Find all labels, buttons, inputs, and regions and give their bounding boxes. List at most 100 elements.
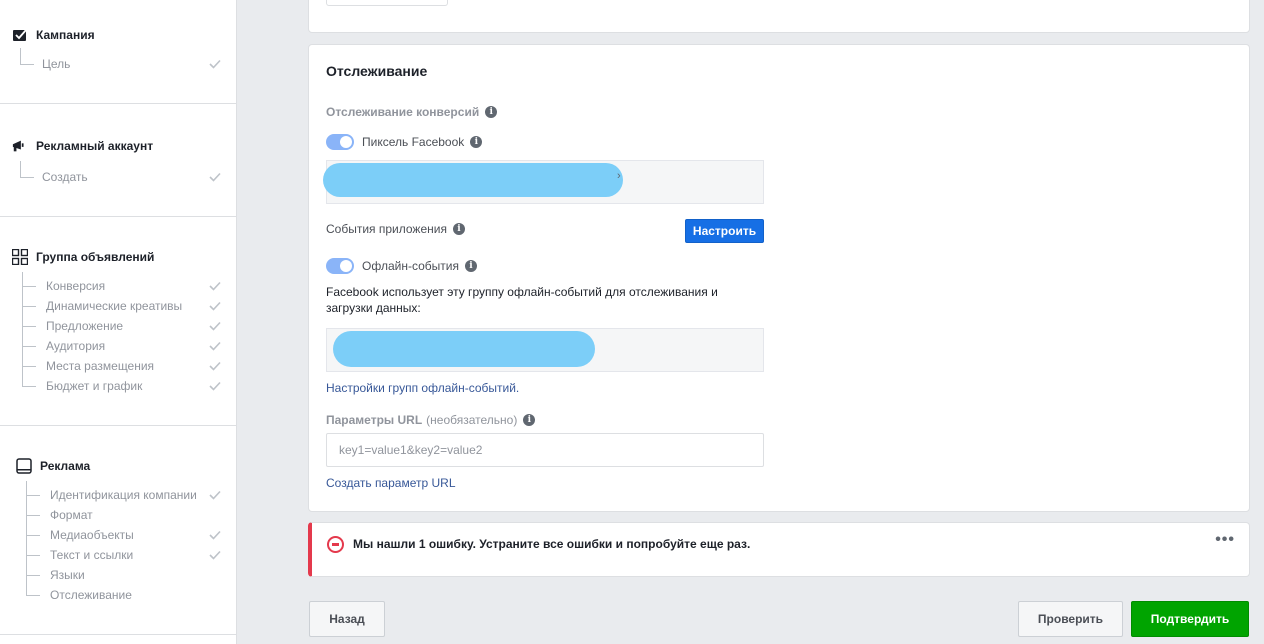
- error-banner: Мы нашли 1 ошибку. Устраните все ошибки …: [308, 522, 1250, 577]
- checkmark-icon: [209, 341, 221, 353]
- sidebar-item-conversion[interactable]: Конверсия: [22, 279, 237, 293]
- sidebar-section-ad-account[interactable]: Рекламный аккаунт: [12, 138, 153, 154]
- tree-branch: [22, 326, 36, 327]
- url-params-label: Параметры URL (необязательно) i: [326, 413, 536, 427]
- sidebar-item-tracking[interactable]: Отслеживание: [26, 588, 237, 602]
- tree-branch: [22, 386, 36, 387]
- url-params-input[interactable]: key1=value1&key2=value2: [326, 433, 764, 467]
- error-icon: [327, 536, 344, 553]
- tree-branch: [22, 366, 36, 367]
- create-url-param-link[interactable]: Создать параметр URL: [326, 476, 456, 490]
- info-icon[interactable]: i: [523, 414, 536, 426]
- sidebar-item-languages[interactable]: Языки: [26, 568, 237, 582]
- sidebar-item-goal[interactable]: Цель: [20, 57, 237, 71]
- sidebar-item-create[interactable]: Создать: [20, 170, 237, 184]
- sidebar-item-label: Медиаобъекты: [50, 528, 134, 542]
- configure-button[interactable]: Настроить: [685, 219, 764, 243]
- sidebar-item-audience[interactable]: Аудитория: [22, 339, 237, 353]
- sidebar-item-label: Текст и ссылки: [50, 548, 134, 562]
- sidebar-item-company-identity[interactable]: Идентификация компании: [26, 488, 237, 502]
- sidebar-item-label: Бюджет и график: [46, 379, 143, 393]
- info-icon[interactable]: i: [464, 260, 477, 272]
- previous-section-field: [326, 0, 448, 6]
- checkmark-icon: [209, 321, 221, 333]
- tree-branch: [22, 286, 36, 287]
- app-events-label: События приложения: [326, 222, 447, 236]
- url-params-optional: (необязательно): [426, 413, 518, 427]
- conversion-tracking-text: Отслеживание конверсий: [326, 105, 480, 119]
- pixel-select[interactable]: ›: [323, 160, 764, 204]
- pixel-label: Пиксель Facebook: [362, 135, 465, 149]
- divider: [0, 103, 237, 104]
- back-button[interactable]: Назад: [309, 601, 385, 637]
- app-events-row: События приложения i: [326, 222, 465, 236]
- sidebar-section-label: Реклама: [40, 459, 91, 473]
- more-options-icon[interactable]: •••: [1215, 531, 1235, 549]
- info-icon[interactable]: i: [470, 136, 483, 148]
- checkmark-icon: [209, 550, 221, 562]
- divider: [0, 634, 237, 635]
- offline-event-set-select[interactable]: [326, 328, 764, 372]
- info-icon[interactable]: i: [452, 223, 465, 235]
- tracking-card: Отслеживание Отслеживание конверсий i Пи…: [308, 44, 1250, 512]
- checkmark-icon: [209, 530, 221, 542]
- pixel-toggle[interactable]: [326, 134, 354, 150]
- sidebar-item-budget-schedule[interactable]: Бюджет и график: [22, 379, 237, 393]
- offline-row: Офлайн-события i: [326, 258, 477, 274]
- offline-label: Офлайн-события: [362, 259, 459, 273]
- info-icon[interactable]: i: [485, 106, 498, 118]
- sidebar-item-format[interactable]: Формат: [26, 508, 237, 522]
- toggle-knob: [340, 260, 352, 272]
- pixel-row: Пиксель Facebook i: [326, 134, 483, 150]
- tree-branch: [20, 177, 34, 178]
- url-params-text: Параметры URL: [326, 413, 423, 427]
- chevron-right-icon: ›: [617, 170, 621, 182]
- checkmark-icon: [209, 381, 221, 393]
- sidebar-item-label: Предложение: [46, 319, 124, 333]
- conversion-tracking-label: Отслеживание конверсий i: [326, 105, 498, 119]
- redacted-offline-set: [333, 331, 595, 367]
- grid-icon: [12, 249, 28, 265]
- tracking-title: Отслеживание: [326, 63, 428, 79]
- review-button[interactable]: Проверить: [1018, 601, 1123, 637]
- sidebar-item-media[interactable]: Медиаобъекты: [26, 528, 237, 542]
- toggle-knob: [340, 136, 352, 148]
- tree-branch: [26, 495, 40, 496]
- tablet-icon: [16, 458, 32, 474]
- checkmark-icon: [209, 301, 221, 313]
- sidebar-section-label: Кампания: [36, 28, 95, 42]
- sidebar-section-label: Группа объявлений: [36, 250, 155, 264]
- sidebar-item-label: Идентификация компании: [50, 488, 197, 502]
- sidebar-section-ad-set[interactable]: Группа объявлений: [12, 249, 154, 265]
- sidebar-item-label: Места размещения: [46, 359, 155, 373]
- offline-toggle[interactable]: [326, 258, 354, 274]
- tree-branch: [22, 346, 36, 347]
- checkmark-icon: [209, 490, 221, 502]
- tree-branch: [26, 535, 40, 536]
- checkmark-icon: [209, 361, 221, 373]
- tree-branch: [26, 515, 40, 516]
- tree-branch: [26, 575, 40, 576]
- tree-branch: [22, 306, 36, 307]
- sidebar-item-placements[interactable]: Места размещения: [22, 359, 237, 373]
- error-message: Мы нашли 1 ошибку. Устраните все ошибки …: [353, 537, 751, 551]
- sidebar-item-offer[interactable]: Предложение: [22, 319, 237, 333]
- previous-section-card: [308, 0, 1250, 33]
- tree-branch: [20, 64, 34, 65]
- confirm-button[interactable]: Подтвердить: [1131, 601, 1249, 637]
- tree-branch: [26, 555, 40, 556]
- sidebar: Кампания Цель Рекламный аккаунт Создать …: [0, 0, 237, 644]
- sidebar-section-ad[interactable]: Реклама: [16, 458, 90, 474]
- checkmark-icon: [209, 59, 221, 71]
- divider: [0, 216, 237, 217]
- sidebar-section-campaign[interactable]: Кампания: [12, 27, 95, 43]
- offline-description: Facebook использует эту группу офлайн-со…: [326, 285, 718, 315]
- redacted-pixel-name: [323, 163, 623, 197]
- sidebar-section-label: Рекламный аккаунт: [36, 139, 154, 153]
- sidebar-item-dynamic-creatives[interactable]: Динамические креативы: [22, 299, 237, 313]
- megaphone-icon: [12, 138, 28, 154]
- sidebar-item-label: Отслеживание: [50, 588, 132, 602]
- checkmark-icon: [209, 281, 221, 293]
- sidebar-item-text-links[interactable]: Текст и ссылки: [26, 548, 237, 562]
- offline-settings-link[interactable]: Настройки групп офлайн-событий.: [326, 381, 519, 395]
